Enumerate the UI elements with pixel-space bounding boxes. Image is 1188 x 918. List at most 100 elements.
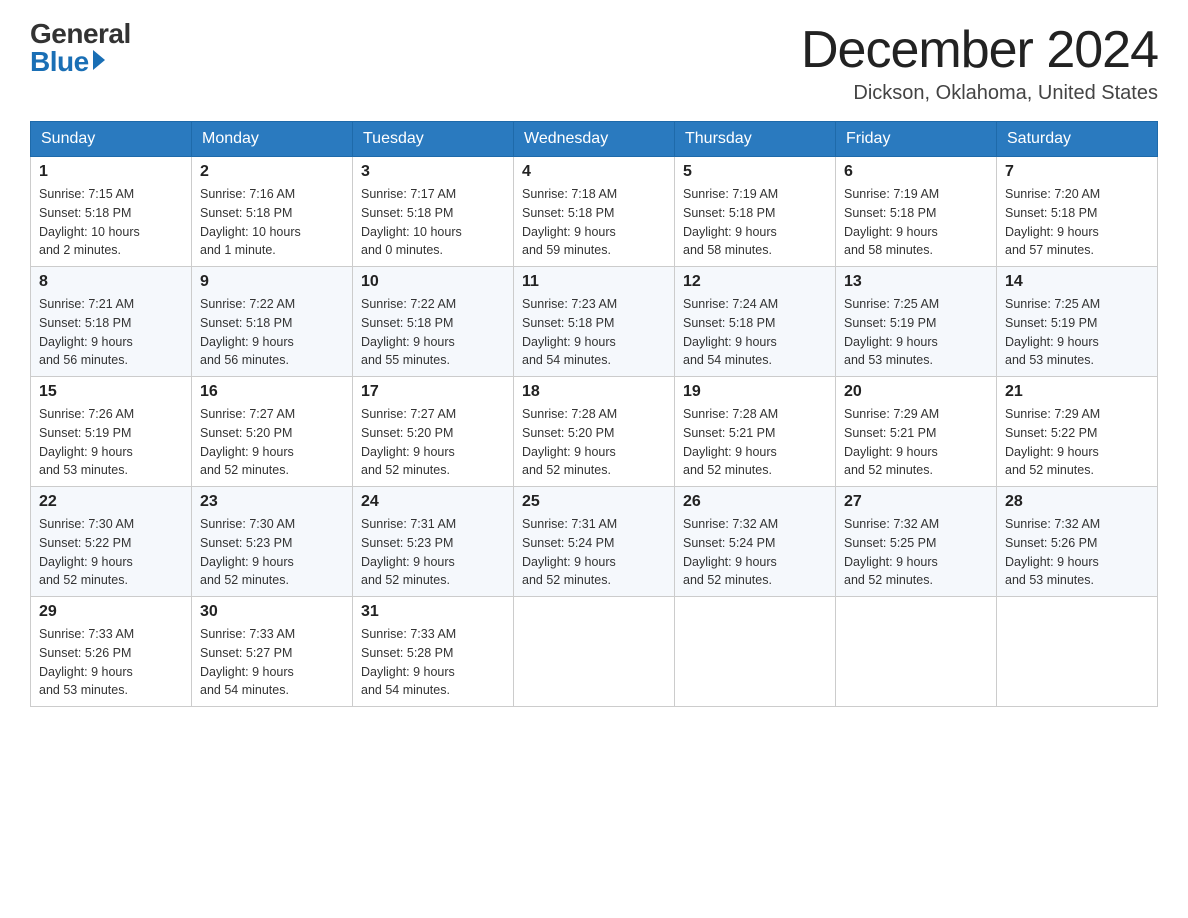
logo-blue-text: Blue [30,48,131,76]
calendar-cell: 24 Sunrise: 7:31 AMSunset: 5:23 PMDayligh… [353,487,514,597]
calendar-cell: 21 Sunrise: 7:29 AMSunset: 5:22 PMDayligh… [997,377,1158,487]
day-number: 24 [361,493,505,511]
calendar-cell: 17Sunrise: 7:27 AMSunset: 5:20 PMDayligh… [353,377,514,487]
day-number: 22 [39,493,183,511]
calendar-cell [836,597,997,707]
header-thursday: Thursday [675,122,836,157]
header-friday: Friday [836,122,997,157]
calendar-week-row-5: 29 Sunrise: 7:33 AMSunset: 5:26 PMDayligh… [31,597,1158,707]
page-header: General Blue December 2024 Dickson, Okla… [30,20,1158,105]
day-number: 13 [844,273,988,291]
day-number: 2 [200,163,344,181]
calendar-cell: 25 Sunrise: 7:31 AMSunset: 5:24 PMDayligh… [514,487,675,597]
calendar-cell: 2 Sunrise: 7:16 AMSunset: 5:18 PMDaylight… [192,157,353,267]
calendar-cell: 26 Sunrise: 7:32 AMSunset: 5:24 PMDayligh… [675,487,836,597]
calendar-cell: 10 Sunrise: 7:22 AMSunset: 5:18 PMDayligh… [353,267,514,377]
day-info: Sunrise: 7:33 AMSunset: 5:28 PMDaylight:… [361,625,505,700]
day-number: 15 [39,383,183,401]
calendar-cell: 27Sunrise: 7:32 AMSunset: 5:25 PMDayligh… [836,487,997,597]
calendar-week-row-3: 15Sunrise: 7:26 AMSunset: 5:19 PMDayligh… [31,377,1158,487]
day-info: Sunrise: 7:21 AMSunset: 5:18 PMDaylight:… [39,295,183,370]
day-number: 1 [39,163,183,181]
calendar-cell: 30 Sunrise: 7:33 AMSunset: 5:27 PMDayligh… [192,597,353,707]
day-info: Sunrise: 7:32 AMSunset: 5:24 PMDaylight:… [683,515,827,590]
calendar-cell: 7Sunrise: 7:20 AMSunset: 5:18 PMDaylight… [997,157,1158,267]
day-info: Sunrise: 7:29 AMSunset: 5:21 PMDaylight:… [844,405,988,480]
calendar-cell: 22 Sunrise: 7:30 AMSunset: 5:22 PMDayligh… [31,487,192,597]
day-number: 14 [1005,273,1149,291]
calendar-cell: 18Sunrise: 7:28 AMSunset: 5:20 PMDayligh… [514,377,675,487]
day-number: 31 [361,603,505,621]
calendar-header-row: SundayMondayTuesdayWednesdayThursdayFrid… [31,122,1158,157]
logo-general-text: General [30,20,131,48]
calendar-cell: 13 Sunrise: 7:25 AMSunset: 5:19 PMDayligh… [836,267,997,377]
day-info: Sunrise: 7:30 AMSunset: 5:22 PMDaylight:… [39,515,183,590]
day-number: 3 [361,163,505,181]
calendar-cell: 12Sunrise: 7:24 AMSunset: 5:18 PMDayligh… [675,267,836,377]
calendar-cell: 11Sunrise: 7:23 AMSunset: 5:18 PMDayligh… [514,267,675,377]
calendar-cell: 29 Sunrise: 7:33 AMSunset: 5:26 PMDayligh… [31,597,192,707]
day-number: 30 [200,603,344,621]
logo-triangle-icon [93,50,105,70]
calendar-cell: 23Sunrise: 7:30 AMSunset: 5:23 PMDayligh… [192,487,353,597]
calendar-cell: 15Sunrise: 7:26 AMSunset: 5:19 PMDayligh… [31,377,192,487]
header-sunday: Sunday [31,122,192,157]
calendar-week-row-1: 1 Sunrise: 7:15 AMSunset: 5:18 PMDaylight… [31,157,1158,267]
calendar-cell: 28Sunrise: 7:32 AMSunset: 5:26 PMDayligh… [997,487,1158,597]
day-info: Sunrise: 7:31 AMSunset: 5:23 PMDaylight:… [361,515,505,590]
calendar-week-row-2: 8 Sunrise: 7:21 AMSunset: 5:18 PMDaylight… [31,267,1158,377]
calendar-cell: 20 Sunrise: 7:29 AMSunset: 5:21 PMDayligh… [836,377,997,487]
calendar-table: SundayMondayTuesdayWednesdayThursdayFrid… [30,121,1158,707]
calendar-cell: 1 Sunrise: 7:15 AMSunset: 5:18 PMDaylight… [31,157,192,267]
day-number: 4 [522,163,666,181]
day-info: Sunrise: 7:33 AMSunset: 5:26 PMDaylight:… [39,625,183,700]
day-number: 9 [200,273,344,291]
day-number: 19 [683,383,827,401]
day-info: Sunrise: 7:28 AMSunset: 5:20 PMDaylight:… [522,405,666,480]
calendar-cell: 19 Sunrise: 7:28 AMSunset: 5:21 PMDayligh… [675,377,836,487]
title-section: December 2024 Dickson, Oklahoma, United … [801,20,1158,105]
calendar-cell: 9 Sunrise: 7:22 AMSunset: 5:18 PMDaylight… [192,267,353,377]
day-info: Sunrise: 7:20 AMSunset: 5:18 PMDaylight:… [1005,185,1149,260]
calendar-cell [514,597,675,707]
day-number: 8 [39,273,183,291]
day-number: 29 [39,603,183,621]
calendar-cell: 31 Sunrise: 7:33 AMSunset: 5:28 PMDayligh… [353,597,514,707]
day-info: Sunrise: 7:25 AMSunset: 5:19 PMDaylight:… [844,295,988,370]
day-info: Sunrise: 7:16 AMSunset: 5:18 PMDaylight:… [200,185,344,260]
day-info: Sunrise: 7:19 AMSunset: 5:18 PMDaylight:… [683,185,827,260]
day-number: 25 [522,493,666,511]
day-number: 17 [361,383,505,401]
day-number: 11 [522,273,666,291]
calendar-cell: 6 Sunrise: 7:19 AMSunset: 5:18 PMDaylight… [836,157,997,267]
day-number: 23 [200,493,344,511]
day-info: Sunrise: 7:32 AMSunset: 5:25 PMDaylight:… [844,515,988,590]
calendar-cell: 16Sunrise: 7:27 AMSunset: 5:20 PMDayligh… [192,377,353,487]
day-number: 21 [1005,383,1149,401]
day-info: Sunrise: 7:18 AMSunset: 5:18 PMDaylight:… [522,185,666,260]
calendar-cell: 5Sunrise: 7:19 AMSunset: 5:18 PMDaylight… [675,157,836,267]
day-number: 26 [683,493,827,511]
header-wednesday: Wednesday [514,122,675,157]
calendar-cell: 14 Sunrise: 7:25 AMSunset: 5:19 PMDayligh… [997,267,1158,377]
day-info: Sunrise: 7:25 AMSunset: 5:19 PMDaylight:… [1005,295,1149,370]
header-monday: Monday [192,122,353,157]
day-info: Sunrise: 7:15 AMSunset: 5:18 PMDaylight:… [39,185,183,260]
day-info: Sunrise: 7:24 AMSunset: 5:18 PMDaylight:… [683,295,827,370]
day-info: Sunrise: 7:31 AMSunset: 5:24 PMDaylight:… [522,515,666,590]
day-info: Sunrise: 7:32 AMSunset: 5:26 PMDaylight:… [1005,515,1149,590]
calendar-cell: 4 Sunrise: 7:18 AMSunset: 5:18 PMDaylight… [514,157,675,267]
day-number: 6 [844,163,988,181]
day-number: 20 [844,383,988,401]
day-info: Sunrise: 7:27 AMSunset: 5:20 PMDaylight:… [200,405,344,480]
day-info: Sunrise: 7:33 AMSunset: 5:27 PMDaylight:… [200,625,344,700]
day-info: Sunrise: 7:19 AMSunset: 5:18 PMDaylight:… [844,185,988,260]
day-info: Sunrise: 7:17 AMSunset: 5:18 PMDaylight:… [361,185,505,260]
day-info: Sunrise: 7:28 AMSunset: 5:21 PMDaylight:… [683,405,827,480]
day-info: Sunrise: 7:22 AMSunset: 5:18 PMDaylight:… [361,295,505,370]
day-number: 10 [361,273,505,291]
day-info: Sunrise: 7:22 AMSunset: 5:18 PMDaylight:… [200,295,344,370]
location-subtitle: Dickson, Oklahoma, United States [801,82,1158,105]
calendar-week-row-4: 22 Sunrise: 7:30 AMSunset: 5:22 PMDayligh… [31,487,1158,597]
day-info: Sunrise: 7:29 AMSunset: 5:22 PMDaylight:… [1005,405,1149,480]
